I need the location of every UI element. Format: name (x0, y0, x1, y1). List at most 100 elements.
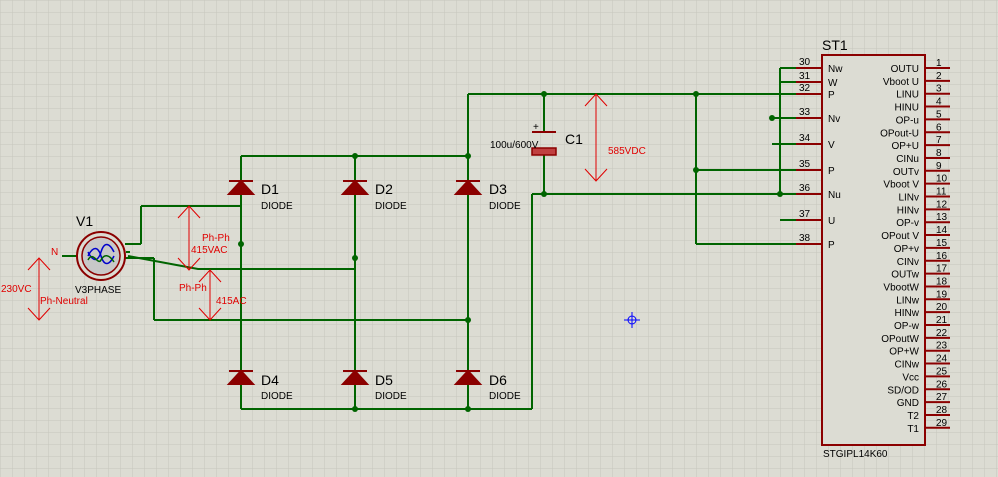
ic-pin-name: T2 (907, 411, 919, 422)
ic-pin-number: 20 (936, 302, 948, 313)
ic-pin-name: W (828, 78, 838, 89)
ic-pin-name: P (828, 240, 835, 251)
ph-ph-label-2: Ph-Ph (179, 283, 207, 294)
ic-pin-name: HINU (895, 103, 919, 114)
ic-pin-number: 16 (936, 251, 948, 262)
ic-pin-number: 27 (936, 392, 948, 403)
ic-pin-number: 28 (936, 405, 948, 416)
diode-value: DIODE (375, 391, 407, 402)
ic-pin-name: U (828, 216, 835, 227)
ic-pin-number: 13 (936, 212, 948, 223)
ic-pin-name: OP+U (891, 141, 919, 152)
ic-ref: ST1 (822, 37, 848, 53)
ic-pin-number: 7 (936, 135, 942, 146)
ph-ph-value-1: 415VAC (191, 245, 228, 256)
ph-neutral-desc: Ph-Neutral (40, 296, 88, 307)
ic-pin-number: 9 (936, 161, 942, 172)
diode-value: DIODE (375, 201, 407, 212)
ic-pin-name: SD/OD (887, 385, 919, 396)
ic-pin-name: Nv (828, 114, 840, 125)
ic-pin-name: OP-w (894, 321, 920, 332)
ic-pin-name: Nw (828, 64, 843, 75)
ic-pin-number: 33 (799, 107, 811, 118)
ic-pin-number: 22 (936, 328, 948, 339)
ic-pin-name: Vboot V (883, 180, 919, 191)
ic-pin-number: 3 (936, 84, 942, 95)
ic-pin-number: 36 (799, 183, 811, 194)
diode-ref: D5 (375, 372, 393, 388)
ic-pin-number: 24 (936, 354, 948, 365)
ic-pin-number: 26 (936, 379, 948, 390)
diode-value: DIODE (489, 391, 521, 402)
ic-pin-name: VbootW (883, 282, 919, 293)
ic-pin-name: OPout V (881, 231, 919, 242)
diode-ref: D1 (261, 181, 279, 197)
ic-part-number: STGIPL14K60 (823, 449, 888, 460)
ic-pin-name: OUTw (891, 270, 920, 281)
ic-pin-number: 5 (936, 109, 942, 120)
ic-pin-name: P (828, 90, 835, 101)
ic-pin-number: 34 (799, 133, 811, 144)
ic-pin-number: 38 (799, 233, 811, 244)
ic-pin-name: OP+v (894, 244, 919, 255)
ic-pin-name: CINw (895, 360, 920, 371)
ic-pin-name: OUTU (891, 64, 919, 75)
ph-ph-label-1: Ph-Ph (202, 233, 230, 244)
ic-pin-number: 18 (936, 276, 948, 287)
ic-pin-number: 37 (799, 209, 811, 220)
ic-pin-number: 15 (936, 238, 948, 249)
neutral-label: N (51, 247, 58, 258)
ic-pin-name: Nu (828, 190, 841, 201)
ic-pin-number: 29 (936, 418, 948, 429)
ic-pin-name: LINv (898, 193, 919, 204)
ic-pin-number: 25 (936, 366, 948, 377)
source-value: V3PHASE (75, 285, 121, 296)
ic-pin-name: T1 (907, 424, 919, 435)
capacitor-plus-icon: + (533, 122, 539, 133)
ic-pin-name: LINw (896, 295, 920, 306)
capacitor-value: 100u/600V (490, 140, 539, 151)
ic-pin-name: OUTv (893, 167, 919, 178)
ic-pin-number: 31 (799, 71, 811, 82)
diode-ref: D3 (489, 181, 507, 197)
ph-neutral-voltage: 230VC (1, 284, 32, 295)
ic-pin-number: 11 (936, 187, 947, 198)
ph-ph-value-2: 415AC (216, 296, 247, 307)
ic-pin-name: OPoutW (881, 334, 919, 345)
ic-pin-name: Vboot U (883, 77, 919, 88)
diode-value: DIODE (261, 201, 293, 212)
ic-pin-number: 4 (936, 97, 942, 108)
ic-pin-name: OP+W (889, 347, 919, 358)
ic-pin-number: 12 (936, 199, 948, 210)
ic-pin-name: CINv (897, 257, 919, 268)
diode-ref: D2 (375, 181, 393, 197)
diode-ref: D6 (489, 372, 507, 388)
capacitor-ref: C1 (565, 131, 583, 147)
ic-pin-number: 21 (936, 315, 948, 326)
ic-pin-number: 6 (936, 122, 942, 133)
diode-ref: D4 (261, 372, 279, 388)
source-ref: V1 (76, 213, 93, 229)
ic-pin-name: P (828, 166, 835, 177)
ic-pin-number: 32 (799, 83, 811, 94)
ic-pin-number: 10 (936, 174, 948, 185)
ic-pin-number: 1 (936, 58, 942, 69)
ic-pin-number: 35 (799, 159, 811, 170)
diode-value: DIODE (261, 391, 293, 402)
ic-pin-number: 23 (936, 341, 948, 352)
ic-pin-name: LINU (896, 90, 919, 101)
ic-pin-number: 14 (936, 225, 948, 236)
ic-pin-name: V (828, 140, 835, 151)
ic-pin-name: HINw (895, 308, 920, 319)
dc-bus-voltage: 585VDC (608, 146, 646, 157)
schematic-canvas[interactable]: D1 DIODE D2 DIODE D3 DIODE D4 DIODE D5 D… (0, 0, 998, 477)
diode-value: DIODE (489, 201, 521, 212)
ic-pin-number: 17 (936, 264, 948, 275)
ic-pin-name: OP-u (896, 115, 919, 126)
ic-pin-number: 19 (936, 289, 948, 300)
ic-pin-name: OP-v (896, 218, 919, 229)
ic-pin-number: 8 (936, 148, 942, 159)
ic-pin-name: Vcc (902, 372, 919, 383)
ic-pin-number: 30 (799, 57, 811, 68)
ic-pin-name: GND (897, 398, 919, 409)
